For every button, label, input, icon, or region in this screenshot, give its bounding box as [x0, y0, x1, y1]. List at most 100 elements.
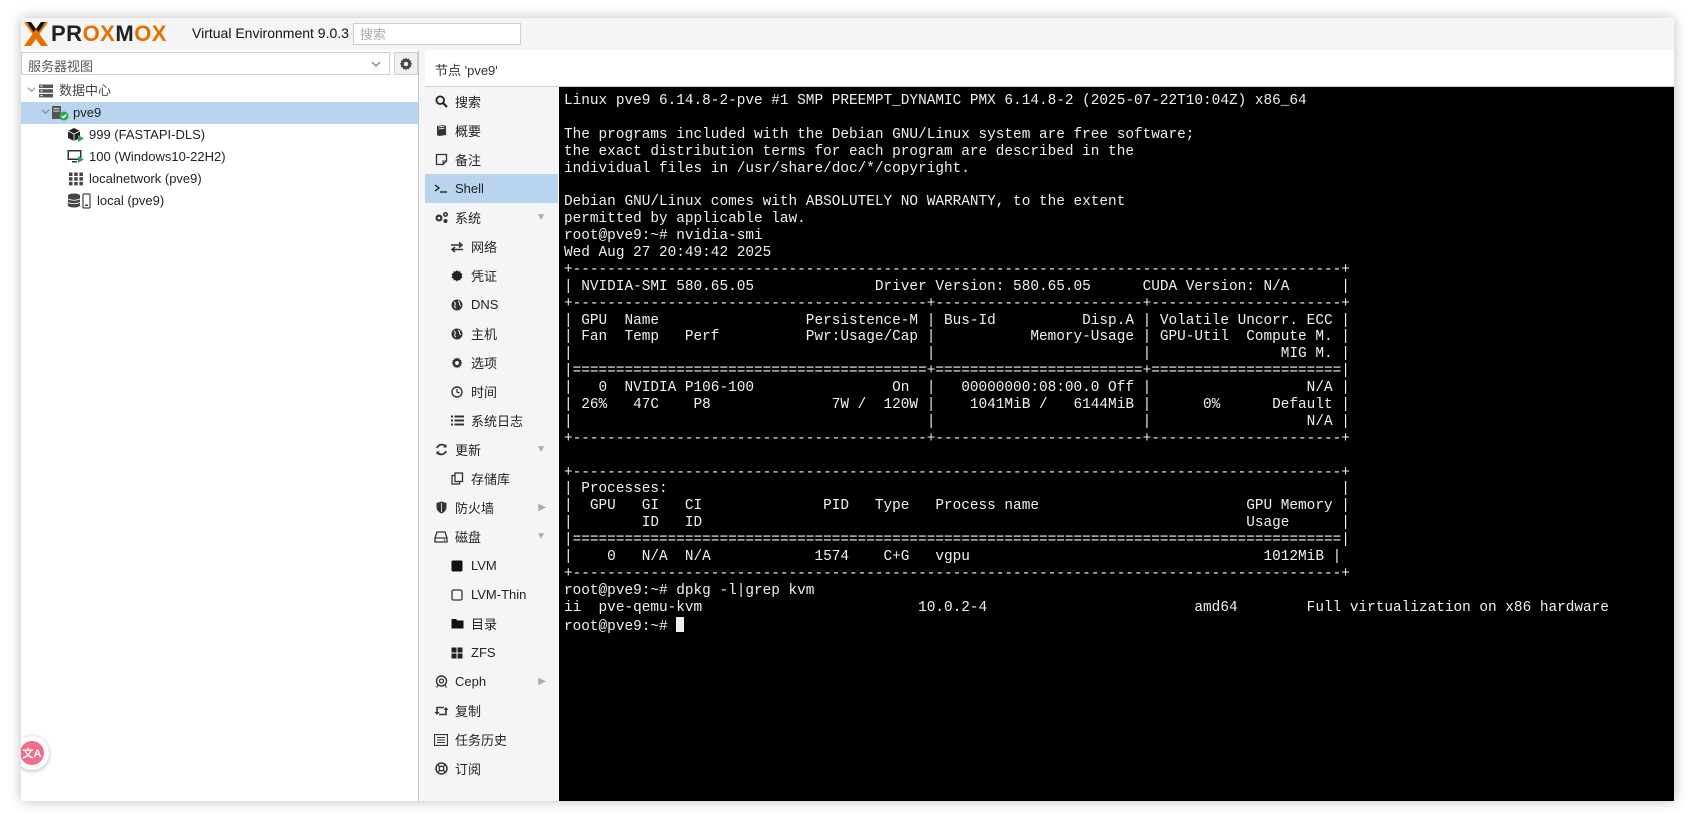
nav-item-summary[interactable]: 概要: [425, 116, 558, 145]
terminal-line: | 0 NVIDIA P106-100 On | 00000000:08:00.…: [564, 380, 1350, 397]
nav-item-system[interactable]: 系统 ▼: [425, 203, 558, 232]
nav-item-search[interactable]: 搜索: [425, 87, 558, 116]
nav-item-network[interactable]: 网络: [425, 232, 558, 261]
terminal-line: root@pve9:~# dpkg -l|grep kvm: [564, 582, 815, 599]
tree-item-container-999[interactable]: 999 (FASTAPI-DLS): [21, 124, 418, 146]
expand-down-icon[interactable]: ▼: [536, 444, 546, 455]
terminal-line: | ID ID Usage |: [564, 515, 1350, 532]
terminal-line: | 26% 47C P8 7W / 120W | 1041MiB / 6144M…: [564, 397, 1350, 414]
tree-item-label: localnetwork (pve9): [89, 171, 202, 186]
nav-item-lvm-thin[interactable]: LVM-Thin: [425, 580, 558, 609]
tree-settings-button[interactable]: [394, 52, 418, 75]
terminal-line: |=======================================…: [564, 532, 1350, 549]
files-icon: [449, 472, 465, 486]
terminal-line: ii pve-qemu-kvm 10.0.2-4 amd64 Full virt…: [564, 599, 1609, 616]
nav-item-label: 存储库: [471, 472, 511, 487]
tree-item-datacenter[interactable]: 数据中心: [21, 80, 418, 102]
gear-icon: [449, 356, 465, 370]
translate-widget[interactable]: 文A: [21, 736, 49, 770]
nav-item-hosts[interactable]: 主机: [425, 319, 558, 348]
shield-icon: [433, 501, 449, 515]
nav-item-subscription[interactable]: 订阅: [425, 754, 558, 783]
hdd-icon: [433, 530, 449, 544]
tree-collapse-icon[interactable]: [25, 80, 37, 102]
nav-item-options[interactable]: 选项: [425, 348, 558, 377]
tree-item-label: pve9: [73, 105, 102, 120]
terminal-line: Linux pve9 6.14.8-2-pve #1 SMP PREEMPT_D…: [564, 93, 1307, 109]
terminal-line: Wed Aug 27 20:49:42 2025: [564, 245, 772, 262]
nav-item-label: Shell: [455, 181, 484, 196]
book-icon: [433, 124, 449, 138]
tree-item-vm-100[interactable]: 100 (Windows10-22H2): [21, 146, 418, 168]
terminal-line: | | | MIG M. |: [564, 346, 1350, 363]
nav-item-lvm[interactable]: LVM: [425, 551, 558, 580]
nav-item-syslog[interactable]: 系统日志: [425, 406, 558, 435]
exchange-icon: [449, 240, 465, 254]
tree-item-node-pve9[interactable]: pve9: [21, 102, 418, 124]
nav-item-shell[interactable]: Shell: [425, 174, 558, 203]
proxmox-logo[interactable]: PROXMOX: [23, 21, 167, 47]
nav-item-replication[interactable]: 复制: [425, 696, 558, 725]
translate-icon: 文A: [21, 741, 44, 765]
nav-item-label: 订阅: [455, 762, 482, 777]
nav-item-label: 目录: [471, 617, 498, 632]
nav-item-disks[interactable]: 磁盘 ▼: [425, 522, 558, 551]
nav-item-label: 任务历史: [455, 733, 508, 748]
terminal-line: root@pve9:~# nvidia-smi: [564, 228, 763, 245]
tree-item-label: 100 (Windows10-22H2): [89, 149, 226, 164]
nav-item-ceph[interactable]: Ceph ▶: [425, 667, 558, 696]
proxmox-x-icon: [24, 22, 48, 46]
node-online-icon: [51, 105, 69, 121]
terminal-line: +---------------------------------------…: [564, 464, 1350, 481]
storage-icon: [67, 193, 93, 209]
nav-item-dns[interactable]: DNS: [425, 290, 558, 319]
clock-icon: [449, 385, 465, 399]
version-label: Virtual Environment 9.0.3: [192, 25, 349, 41]
expand-down-icon[interactable]: ▼: [536, 212, 546, 223]
nav-item-notes[interactable]: 备注: [425, 145, 558, 174]
tree-item-local-storage[interactable]: local (pve9): [21, 190, 418, 212]
nav-item-label: DNS: [471, 297, 499, 312]
terminal-line: | Fan Temp Perf Pwr:Usage/Cap | Memory-U…: [564, 329, 1350, 346]
node-menu: 搜索 概要 备注 Shell 系统 ▼ 网络 凭证 DNS 主机 选项 时间 系…: [425, 87, 558, 801]
nav-item-label: LVM-Thin: [471, 587, 527, 602]
search-input[interactable]: [353, 23, 521, 45]
terminal-line: The programs included with the Debian GN…: [564, 126, 1195, 143]
nav-item-directory[interactable]: 目录: [425, 609, 558, 638]
nav-item-certificates[interactable]: 凭证: [425, 261, 558, 290]
terminal-line: individual files in /usr/share/doc/*/cop…: [564, 160, 970, 177]
terminal-line: the exact distribution terms for each pr…: [564, 143, 1134, 160]
terminal-line: | Processes: |: [564, 481, 1350, 498]
view-selector[interactable]: 服务器视图: [21, 52, 390, 75]
nav-item-label: ZFS: [471, 645, 496, 660]
nav-item-repositories[interactable]: 存储库: [425, 464, 558, 493]
tree-item-localnetwork[interactable]: localnetwork (pve9): [21, 168, 418, 190]
terminal-line: | 0 N/A N/A 1574 C+G vgpu 1012MiB |: [564, 549, 1342, 566]
terminal-line: Debian GNU/Linux comes with ABSOLUTELY N…: [564, 194, 1126, 211]
nav-item-label: 网络: [471, 240, 498, 255]
nav-item-task-history[interactable]: 任务历史: [425, 725, 558, 754]
nav-item-updates[interactable]: 更新 ▼: [425, 435, 558, 464]
expand-right-icon[interactable]: ▶: [538, 676, 546, 687]
nav-item-time[interactable]: 时间: [425, 377, 558, 406]
datacenter-icon: [37, 83, 55, 99]
brand-text: PROXMOX: [51, 21, 167, 46]
nav-item-label: 系统日志: [471, 414, 524, 429]
nav-item-firewall[interactable]: 防火墙 ▶: [425, 493, 558, 522]
chevron-down-icon: [371, 57, 381, 72]
folder-icon: [449, 617, 465, 631]
terminal-line: +---------------------------------------…: [564, 261, 1350, 278]
support-icon: [433, 762, 449, 776]
globe-icon: [449, 298, 465, 312]
expand-down-icon[interactable]: ▼: [536, 531, 546, 542]
terminal-line: | GPU Name Persistence-M | Bus-Id Disp.A…: [564, 312, 1350, 329]
nav-item-label: 选项: [471, 356, 498, 371]
tree-collapse-icon[interactable]: [39, 102, 51, 124]
expand-right-icon[interactable]: ▶: [538, 502, 546, 513]
nav-item-label: 搜索: [455, 95, 482, 110]
nav-item-zfs[interactable]: ZFS: [425, 638, 558, 667]
shell-terminal[interactable]: Linux pve9 6.14.8-2-pve #1 SMP PREEMPT_D…: [559, 87, 1674, 801]
resource-tree: 数据中心 pve9 999 (FASTAPI-DLS) 100 (Windows…: [21, 80, 418, 212]
